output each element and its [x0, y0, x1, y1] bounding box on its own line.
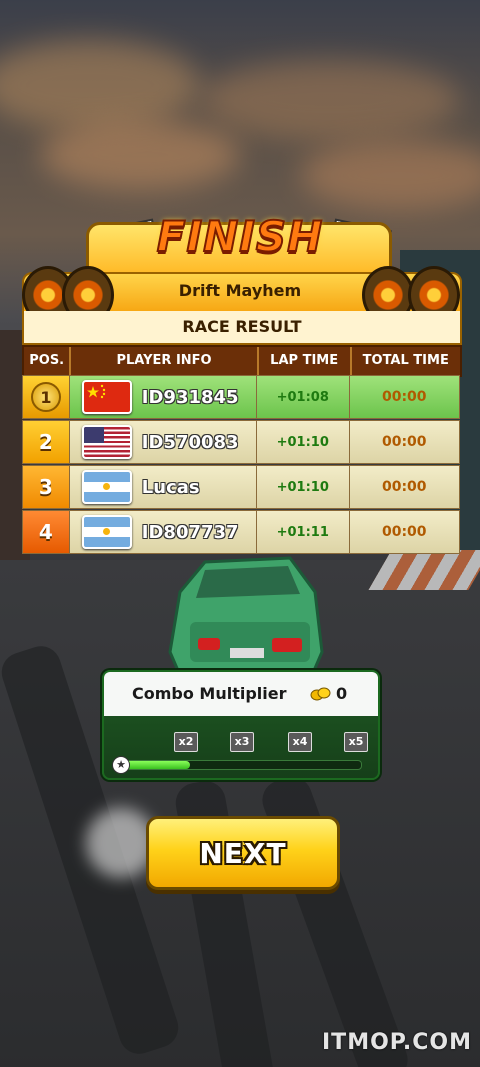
combo-value: 0	[336, 684, 348, 703]
table-row: 3 Lucas +01:10 00:00	[22, 465, 460, 509]
player-name: ID570083	[141, 431, 239, 453]
multiplier-x3: x3	[230, 732, 254, 752]
player-name: Lucas	[141, 476, 200, 498]
sky-cloud	[300, 140, 480, 210]
sky-cloud	[40, 120, 240, 190]
position-cell: 4	[23, 511, 70, 553]
player-info-cell: ID931845	[70, 376, 257, 418]
player-info-cell: ID807737	[70, 511, 257, 553]
combo-title: Combo Multiplier	[132, 684, 287, 703]
combo-progress-fill	[123, 761, 190, 769]
gold-medal-icon: 1	[30, 382, 61, 412]
watermark: ITMOP.COM	[322, 1030, 472, 1055]
total-time: 00:00	[381, 479, 427, 495]
next-button[interactable]: NEXT	[146, 816, 340, 890]
position-cell: 1	[23, 376, 70, 418]
finish-title: FINISH	[156, 211, 324, 262]
table-row: 1 ID931845 +01:08 00:00	[22, 375, 460, 419]
multiplier-x4: x4	[288, 732, 312, 752]
combo-progress-bar	[122, 760, 362, 770]
lap-time: +01:10	[257, 466, 350, 508]
player-info-cell: ID570083	[70, 421, 257, 463]
player-name: ID807737	[141, 521, 239, 543]
multiplier-x5: x5	[344, 732, 368, 752]
china-flag-icon	[81, 380, 132, 414]
table-row: 4 ID807737 +01:11 00:00	[22, 510, 460, 554]
usa-flag-icon	[81, 425, 132, 459]
player-name: ID931845	[141, 386, 239, 408]
total-time: 00:00	[381, 434, 427, 450]
star-icon: ★	[112, 756, 130, 774]
track-curb	[368, 550, 480, 590]
lap-time: +01:11	[257, 511, 350, 553]
total-time: 00:00	[381, 524, 427, 540]
sky-cloud	[0, 40, 200, 130]
header-total-time: TOTAL TIME	[362, 353, 449, 368]
lap-time: +01:10	[257, 421, 350, 463]
argentina-flag-icon	[81, 470, 132, 504]
lap-time: +01:08	[257, 376, 350, 418]
position-cell: 2	[23, 421, 70, 463]
combo-multiplier-panel: Combo Multiplier 0 x2 x3 x4 x5 ★	[102, 670, 380, 780]
table-row: 2 ID570083 +01:10 00:00	[22, 420, 460, 464]
position-cell: 3	[23, 466, 70, 508]
player-info-cell: Lucas	[70, 466, 257, 508]
argentina-flag-icon	[81, 515, 132, 549]
coins-icon	[310, 687, 331, 701]
header-lap-time: LAP TIME	[259, 347, 352, 375]
race-result-label: RACE RESULT	[22, 311, 462, 345]
header-pos: POS.	[24, 347, 72, 375]
sky-cloud	[200, 60, 460, 140]
results-table-header: POS. PLAYER INFO LAP TIME TOTAL TIME	[22, 345, 462, 377]
header-player-info: PLAYER INFO	[71, 347, 259, 375]
total-time: 00:00	[381, 389, 427, 405]
multiplier-x2: x2	[174, 732, 198, 752]
